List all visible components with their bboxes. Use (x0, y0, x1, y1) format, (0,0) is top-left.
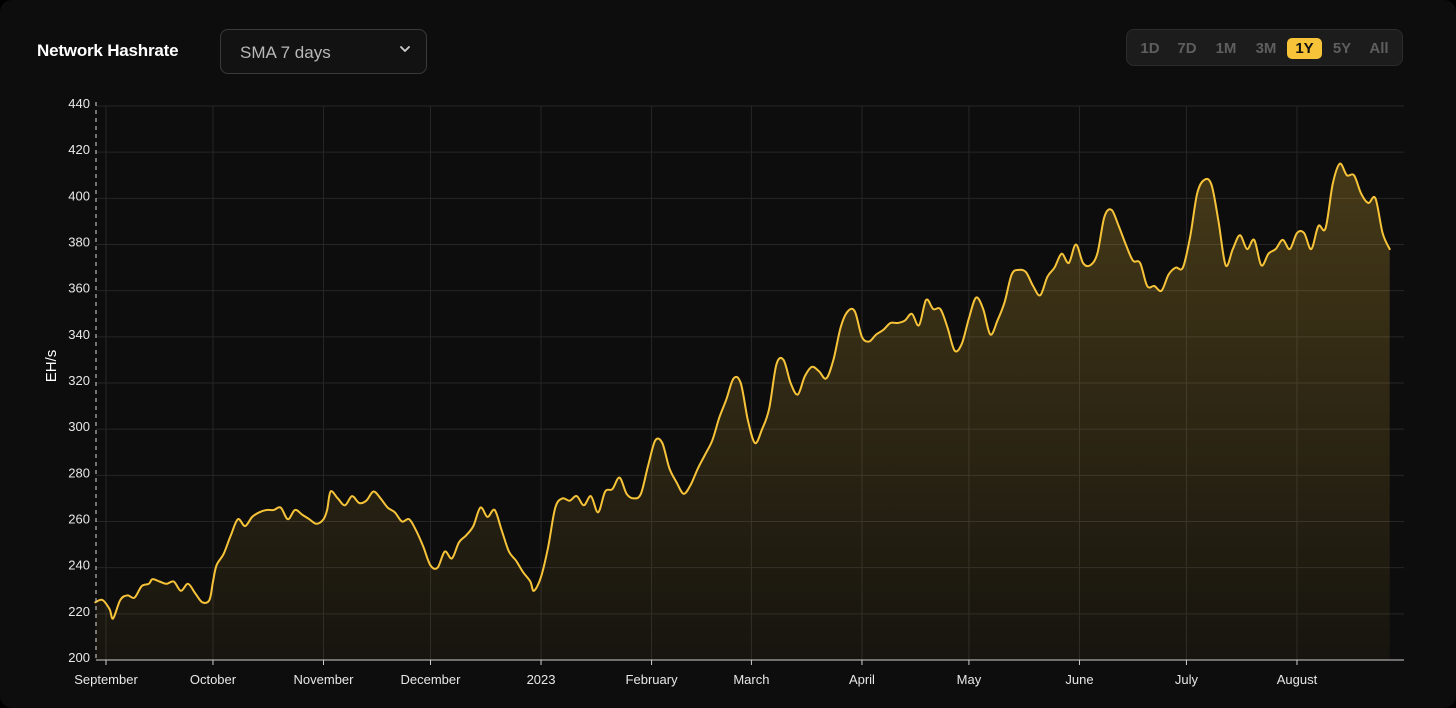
y-tick-label: 200 (68, 650, 90, 665)
x-tick-label: July (1175, 672, 1199, 687)
y-tick-label: 380 (68, 235, 90, 250)
y-axis: 200 220 240 260 280 300 320 340 360 380 400 420 440 (68, 96, 97, 665)
y-tick-label: 260 (68, 512, 90, 527)
area-fill (95, 163, 1390, 660)
y-tick-label: 240 (68, 558, 90, 573)
x-tick-label: March (733, 672, 769, 687)
y-tick-label: 420 (68, 142, 90, 157)
y-axis-title: EH/s (43, 350, 60, 383)
y-tick-label: 280 (68, 465, 90, 480)
x-tick-label: 2023 (527, 672, 556, 687)
x-tick-label: September (74, 672, 138, 687)
x-axis: September October November December 2023 Febr… (74, 659, 1404, 687)
hashrate-chart: 200220240260280300320340360380400420440 … (43, 96, 1404, 687)
y-tick-label: 360 (68, 281, 90, 296)
y-tick-label: 300 (68, 419, 90, 434)
y-tick-label: 440 (68, 96, 90, 111)
y-tick-label: 340 (68, 327, 90, 342)
x-tick-label: October (190, 672, 237, 687)
x-tick-label: December (401, 672, 462, 687)
x-tick-label: June (1065, 672, 1093, 687)
x-tick-label: April (849, 672, 875, 687)
hashrate-card: Network Hashrate SMA 7 days 1D 7D 1M 3M … (0, 0, 1456, 708)
y-tick-label: 320 (68, 373, 90, 388)
y-tick-label: 220 (68, 604, 90, 619)
x-tick-label: November (294, 672, 355, 687)
series-area (95, 163, 1390, 660)
x-tick-label: May (957, 672, 982, 687)
x-tick-label: August (1277, 672, 1318, 687)
y-tick-label: 400 (68, 188, 90, 203)
x-tick-label: February (626, 672, 679, 687)
